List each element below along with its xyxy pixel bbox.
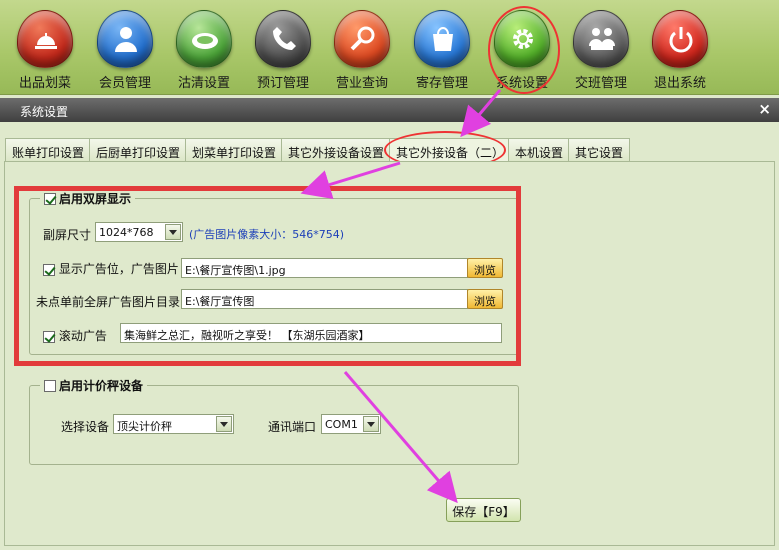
port-label: 通讯端口 [268, 420, 317, 434]
member-icon [97, 10, 153, 68]
chevron-down-icon [363, 416, 379, 432]
toolbar-item-business-query[interactable]: 营业查询 [322, 6, 402, 92]
toolbar-label: 出品划菜 [18, 76, 71, 91]
toolbar-label: 预订管理 [256, 76, 309, 91]
port-value: COM1 [325, 418, 358, 431]
toolbar-item-storage[interactable]: 寄存管理 [402, 6, 482, 92]
window-title-bar: 系统设置 × [0, 98, 779, 122]
window-title: 系统设置 [20, 105, 69, 119]
power-icon [652, 10, 708, 68]
device-value: 顶尖计价秤 [117, 420, 172, 433]
tab-other-settings[interactable]: 其它设置 [568, 138, 631, 162]
device-label: 选择设备 [61, 420, 110, 434]
tab-kitchen-print[interactable]: 后厨单打印设置 [89, 138, 188, 162]
plate-icon [176, 10, 232, 68]
scale-checkbox[interactable] [44, 379, 56, 392]
toolbar-label: 退出系统 [653, 76, 706, 91]
toolbar-item-members[interactable]: 会员管理 [85, 6, 165, 92]
toolbar-item-dispatch[interactable]: 出品划菜 [5, 6, 85, 92]
toolbar-item-soldout[interactable]: 沽清设置 [164, 6, 244, 92]
tab-external-devices[interactable]: 其它外接设备设置 [281, 138, 392, 162]
bag-icon [414, 10, 470, 68]
toolbar-label: 会员管理 [98, 76, 151, 91]
annotation-ring-settings [488, 6, 560, 94]
cloche-icon [17, 10, 73, 68]
search-icon [334, 10, 390, 68]
phone-icon [255, 10, 311, 68]
toolbar-item-exit[interactable]: 退出系统 [640, 6, 720, 92]
toolbar-item-handover[interactable]: 交班管理 [561, 6, 641, 92]
scale-header: 启用计价秤设备 [40, 377, 148, 394]
handover-icon [573, 10, 629, 68]
toolbar-label: 营业查询 [335, 76, 388, 91]
close-icon[interactable]: × [758, 100, 771, 118]
scale-title: 启用计价秤设备 [59, 379, 144, 393]
tab-local-settings[interactable]: 本机设置 [508, 138, 571, 162]
toolbar-item-booking[interactable]: 预订管理 [243, 6, 323, 92]
toolbar-label: 交班管理 [574, 76, 627, 91]
toolbar-label: 沽清设置 [177, 76, 230, 91]
toolbar-label: 寄存管理 [415, 76, 468, 91]
chevron-down-icon [216, 416, 232, 432]
main-toolbar: 出品划菜 会员管理 沽清设置 预订管理 营业查询 寄存管理 系统设置 交班管理 … [0, 0, 779, 95]
device-select[interactable]: 顶尖计价秤 [113, 414, 234, 434]
tab-bill-print[interactable]: 账单打印设置 [5, 138, 92, 162]
save-button[interactable]: 保存【F9】 [446, 498, 521, 522]
annotation-highlight-box [14, 186, 521, 366]
port-select[interactable]: COM1 [321, 414, 381, 434]
tab-dispatch-print[interactable]: 划菜单打印设置 [185, 138, 284, 162]
